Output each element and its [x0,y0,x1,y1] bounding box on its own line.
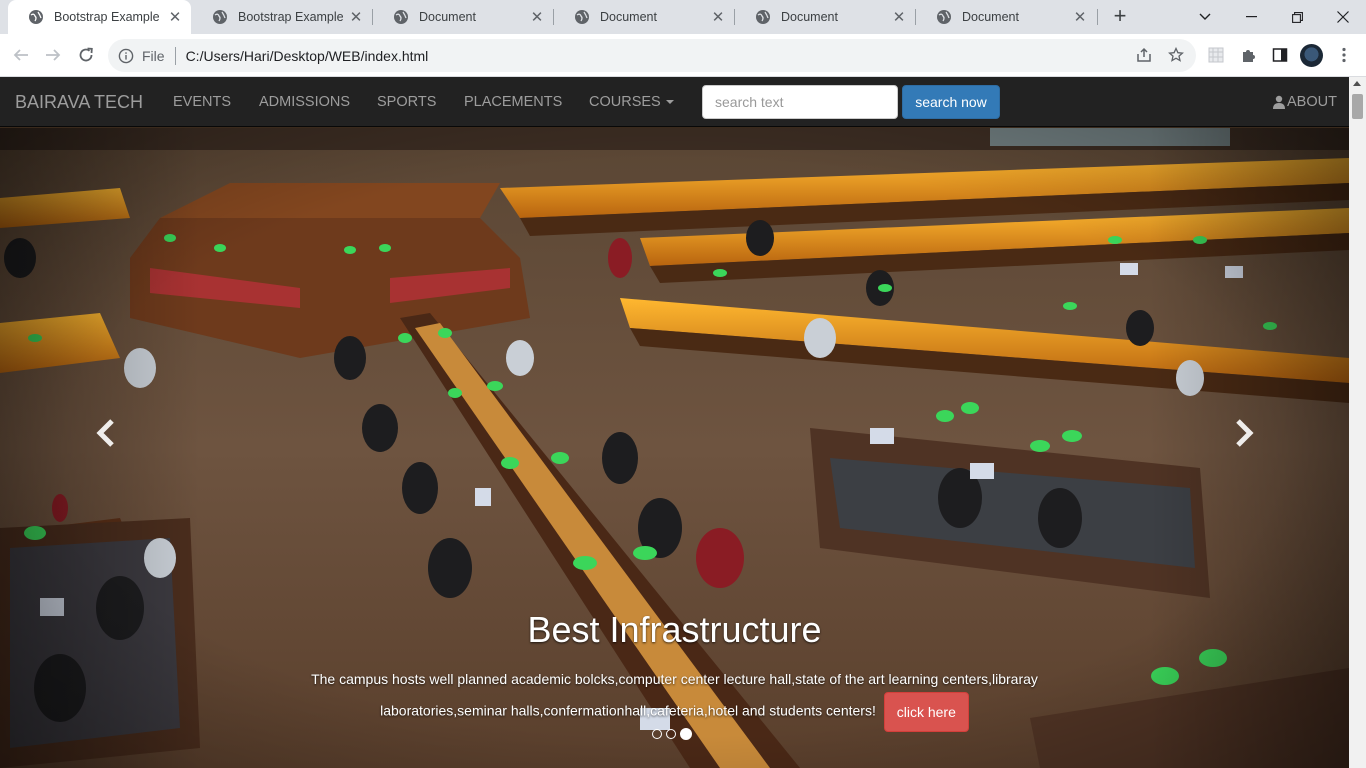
address-bar[interactable]: File C:/Users/Hari/Desktop/WEB/index.htm… [108,39,1196,72]
close-icon[interactable]: ✕ [529,9,545,26]
nav-link-sports[interactable]: SPORTS [377,94,436,110]
share-button[interactable] [1130,41,1158,69]
tab-title: Document [962,10,1019,24]
globe-icon [213,10,227,24]
minimize-button[interactable] [1228,0,1274,34]
divider [174,46,176,65]
arrow-left-icon [13,49,28,61]
caption-title: Best Infrastructure [527,609,822,650]
carousel-next-button[interactable] [1149,128,1349,768]
browser-tab-1[interactable]: Bootstrap Example ✕ [8,0,191,34]
tab-search-button[interactable] [1182,0,1228,34]
page-scrollbar[interactable] [1349,77,1366,768]
carousel-prev-button[interactable] [0,128,200,768]
nav-link-courses-label: COURSES [589,94,661,110]
tab-title: Document [600,10,657,24]
close-icon[interactable]: ✕ [167,9,183,26]
extension-grid-icon [1208,47,1224,63]
url-text[interactable]: C:/Users/Hari/Desktop/WEB/index.html [186,48,429,64]
caption-text-line-1: The campus hosts well planned academic b… [311,671,1038,687]
restore-button[interactable] [1274,0,1320,34]
close-icon[interactable]: ✕ [891,9,907,26]
hero-carousel: Best Infrastructure The campus hosts wel… [0,128,1349,768]
page-viewport: BAIRAVA TECH EVENTS ADMISSIONS SPORTS PL… [0,77,1349,768]
tab-title: Bootstrap Example [238,10,344,24]
about-label: ABOUT [1287,94,1337,110]
tab-title: Document [781,10,838,24]
minimize-icon [1245,16,1257,18]
scheme-label: File [142,47,165,64]
site-navbar: BAIRAVA TECH EVENTS ADMISSIONS SPORTS PL… [0,77,1349,127]
carousel-indicator-2[interactable] [666,729,676,739]
browser-tab-6[interactable]: Document ✕ [916,0,1096,34]
puzzle-icon [1243,50,1255,62]
side-panel-button[interactable] [1266,41,1294,69]
bookmark-button[interactable] [1162,41,1190,69]
carousel-caption: Best Infrastructure The campus hosts wel… [290,610,1059,732]
forward-button[interactable] [41,43,65,67]
window-close-button[interactable] [1320,0,1366,34]
close-icon[interactable]: ✕ [348,9,364,26]
tab-title: Bootstrap Example [54,10,160,24]
browser-toolbar: File C:/Users/Hari/Desktop/WEB/index.htm… [0,34,1366,77]
carousel-indicator-3[interactable] [680,728,692,740]
side-panel-icon [1272,48,1288,62]
caret-down-icon [665,100,674,105]
back-button[interactable] [9,43,33,67]
arrow-right-icon [46,49,61,61]
info-icon[interactable] [118,48,134,64]
share-icon [1137,47,1151,62]
scroll-up-arrow-icon[interactable] [1353,81,1361,86]
globe-icon [29,10,43,24]
restore-icon [1291,11,1303,23]
browser-tab-3[interactable]: Document ✕ [373,0,553,34]
globe-icon [394,10,408,24]
tab-separator [1097,9,1098,25]
user-icon [1273,95,1285,109]
kebab-menu-icon [1342,47,1346,63]
caption-text-line-2: laboratories,seminar halls,confermationh… [380,702,876,719]
new-tab-button[interactable]: + [1108,5,1132,29]
chevron-right-icon [1236,419,1254,447]
chevron-down-icon [1199,13,1211,20]
close-icon[interactable]: ✕ [1072,9,1088,26]
profile-avatar[interactable] [1300,44,1323,67]
search-button[interactable]: search now [902,85,1000,119]
globe-icon [937,10,951,24]
browser-tab-4[interactable]: Document ✕ [554,0,734,34]
scrollbar-thumb[interactable] [1352,94,1363,119]
brand-logo[interactable]: BAIRAVA TECH [15,92,143,113]
caption-text: The campus hosts well planned academic b… [290,666,1059,732]
chevron-left-icon [96,419,114,447]
nav-link-events[interactable]: EVENTS [173,94,231,110]
nav-link-admissions[interactable]: ADMISSIONS [259,94,350,110]
reload-button[interactable] [74,43,98,67]
carousel-indicator-1[interactable] [652,729,662,739]
tab-title: Document [419,10,476,24]
browser-tab-2[interactable]: Bootstrap Example ✕ [192,0,372,34]
carousel-indicators [652,728,692,740]
close-icon[interactable]: ✕ [710,9,726,26]
click-here-button[interactable]: click here [883,692,969,732]
search-input[interactable] [702,85,898,119]
nav-link-about[interactable]: ABOUT [1272,94,1337,110]
globe-icon [575,10,589,24]
nav-dropdown-courses[interactable]: COURSES [589,94,674,110]
globe-icon [756,10,770,24]
browser-tab-strip: Bootstrap Example ✕ Bootstrap Example ✕ … [0,0,1366,34]
browser-menu-button[interactable] [1330,41,1358,69]
close-icon [1337,11,1349,23]
star-icon [1168,47,1184,62]
nav-link-placements[interactable]: PLACEMENTS [464,94,562,110]
extension-button[interactable] [1202,41,1230,69]
browser-tab-5[interactable]: Document ✕ [735,0,915,34]
reload-icon [79,47,93,62]
extensions-menu-button[interactable] [1234,41,1262,69]
